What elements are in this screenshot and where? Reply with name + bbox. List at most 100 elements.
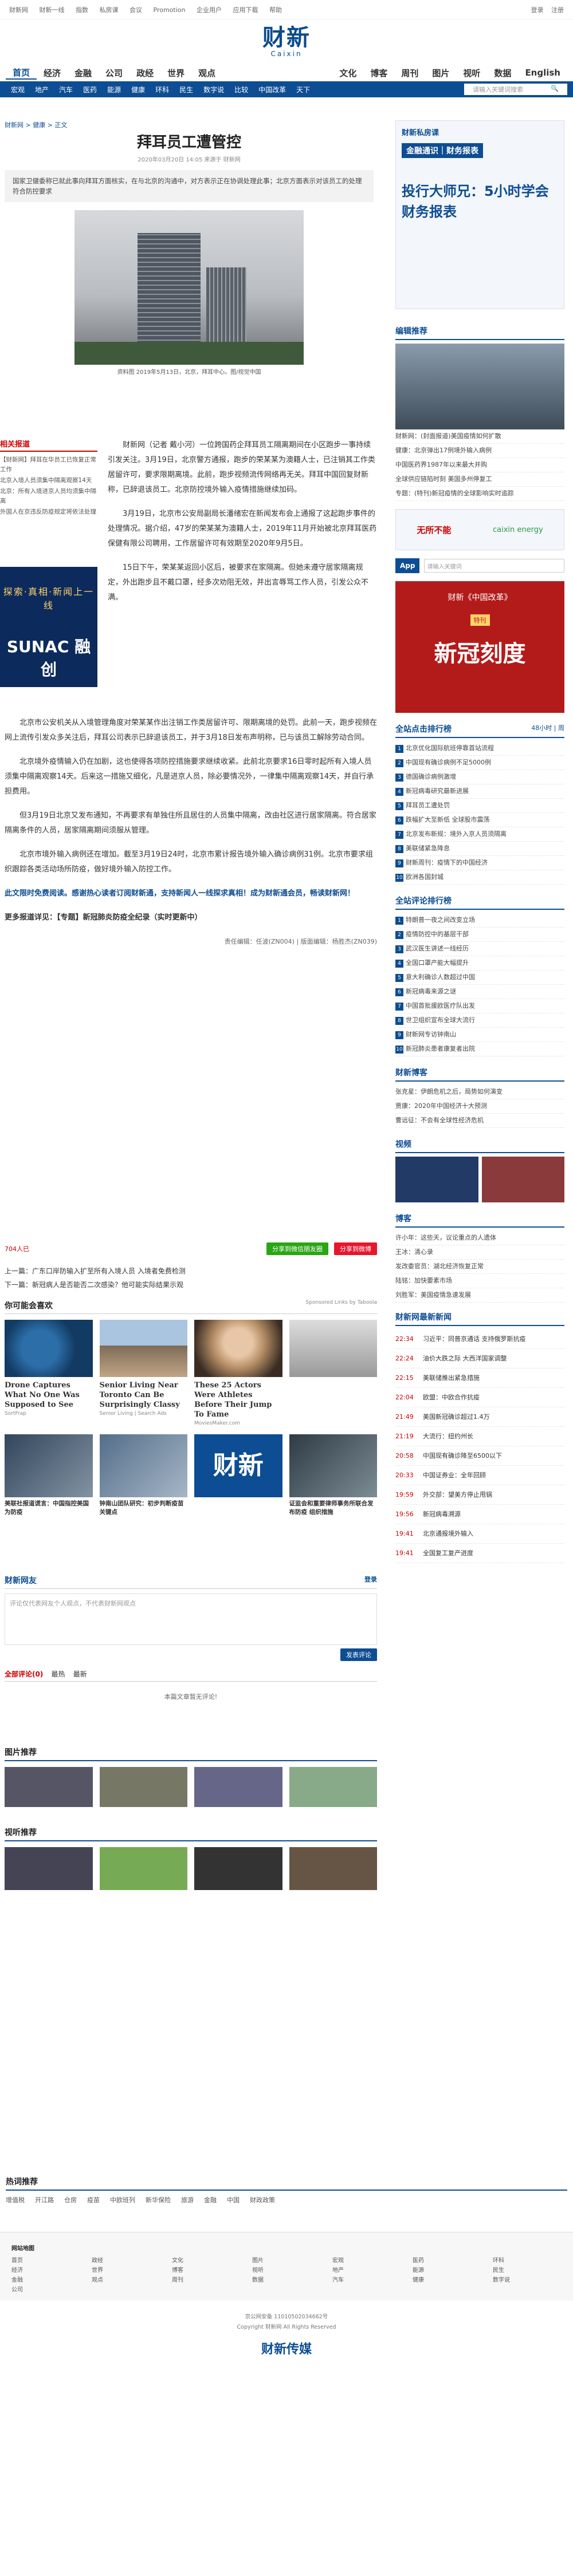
news-item[interactable]: 22:15 美联储推出紧急措施	[395, 1368, 564, 1388]
comment-rank-item[interactable]: 6 新冠病毒来源之谜	[395, 985, 564, 999]
blog-hot-item[interactable]: 张克星：伊朗危机之后，局势如何演变	[395, 1085, 564, 1099]
taboola-card[interactable]: Drone Captures What No One Was Supposed …	[5, 1320, 93, 1426]
news-item[interactable]: 22:04 欧盟：中欧合作抗疫	[395, 1388, 564, 1407]
top-link-app[interactable]: 应用下载	[233, 6, 258, 14]
news-item[interactable]: 21:19 大流行：纽约州长	[395, 1427, 564, 1446]
subnav-medicine[interactable]: 医药	[78, 85, 102, 94]
side-blog-item[interactable]: 刘胜军：美国疫情急速发展	[395, 1288, 564, 1303]
sitemap-link[interactable]: 博客	[172, 2267, 183, 2274]
rank-item[interactable]: 7 北京发布新规：境外入京人员须隔离	[395, 827, 564, 842]
tab-48h[interactable]: 48小时	[531, 724, 552, 732]
hotword[interactable]: 中国	[227, 2195, 240, 2204]
news-item[interactable]: 19:56 新冠病毒溯源	[395, 1505, 564, 1524]
comment-rank-item[interactable]: 7 中国首批援欧医疗队出发	[395, 999, 564, 1013]
subnav-data-talk[interactable]: 数字说	[198, 85, 229, 94]
submit-comment-button[interactable]: 发表评论	[340, 1648, 377, 1661]
sitemap-link[interactable]: 公司	[11, 2287, 23, 2293]
side-blog-item[interactable]: 陆铭：加快要素市场	[395, 1274, 564, 1288]
nav-english[interactable]: English	[518, 68, 567, 78]
comment-rank-item[interactable]: 1 特朗普一夜之间改变立场	[395, 913, 564, 928]
subnav-health[interactable]: 健康	[126, 85, 150, 94]
sitemap-link[interactable]: 首页	[11, 2258, 23, 2264]
blog-hot-item[interactable]: 贾康：2020年中国经济十大预测	[395, 1099, 564, 1114]
comment-input[interactable]: 评论仅代表网友个人观点，不代表财新网观点	[5, 1593, 377, 1645]
gallery-item[interactable]	[99, 1767, 187, 1807]
sitemap-link[interactable]: 经济	[11, 2267, 23, 2274]
rank-item[interactable]: 8 美联储紧急降息	[395, 842, 564, 856]
top-link-private-class[interactable]: 私房课	[100, 6, 119, 14]
hotword[interactable]: 金融	[204, 2195, 217, 2204]
subnav-environment[interactable]: 环科	[150, 85, 174, 94]
sitemap-link[interactable]: 宏观	[332, 2258, 344, 2264]
hotword[interactable]: 增值税	[6, 2195, 25, 2204]
hotword[interactable]: 中欧班列	[110, 2195, 135, 2204]
nav-video[interactable]: 视听	[456, 67, 487, 79]
subnav-livelihood[interactable]: 民生	[174, 85, 198, 94]
subnav-world[interactable]: 天下	[291, 85, 315, 94]
video-item[interactable]	[99, 1847, 187, 1890]
top-link-enterprise[interactable]: 企业用户	[197, 6, 222, 14]
sponsored-label[interactable]: Sponsored Links by Taboola	[305, 1300, 377, 1311]
sunac-ad[interactable]: 探索·真相·新闻上一线 SUNAC 融创	[0, 567, 97, 687]
news-item[interactable]: 19:41 北京通报境外输入	[395, 1524, 564, 1544]
subnav-energy[interactable]: 能源	[102, 85, 126, 94]
sitemap-link[interactable]: 数据	[252, 2277, 264, 2283]
promo-line[interactable]: 此文限时免费阅读。感谢热心读者订阅财新通，支持新闻人一线探求真相！成为财新通会员…	[5, 886, 377, 901]
comment-rank-item[interactable]: 10 新冠肺炎患者康复者出院	[395, 1042, 564, 1056]
comment-rank-item[interactable]: 9 财新网专访钟南山	[395, 1028, 564, 1042]
side-blog-item[interactable]: 发改委官员：湖北经济恢复正常	[395, 1260, 564, 1274]
blog-hot-item[interactable]: 曹远征：不会有全球性经济危机	[395, 1114, 564, 1128]
related-item[interactable]: 北京入境人员须集中隔离观察14天	[0, 476, 97, 486]
news-item[interactable]: 19:41 全国复工复产进度	[395, 1544, 564, 1563]
rank-item[interactable]: 2 中国现有确诊病例不足5000例	[395, 756, 564, 770]
sitemap-link[interactable]: 世界	[92, 2267, 103, 2274]
rank-item[interactable]: 6 跌幅扩大至新低 全球股市震荡	[395, 813, 564, 827]
more-reading[interactable]: 更多报道详见：【专题】新冠肺炎防疫全纪录（实时更新中）	[5, 910, 377, 925]
news-item[interactable]: 22:24 油价大跌之际 大西洋国家调整	[395, 1349, 564, 1368]
rank-item[interactable]: 1 北京优化国际航班停靠首站流程	[395, 741, 564, 756]
sitemap-link[interactable]: 金融	[11, 2277, 23, 2283]
app-icon[interactable]: App	[395, 558, 420, 573]
sitemap-link[interactable]: 环科	[493, 2258, 504, 2264]
rank-item[interactable]: 10 欧洲各国封城	[395, 870, 564, 885]
editor-pick-item[interactable]: 专题：(特刊)新冠疫情的全球影响实时追踪	[395, 487, 564, 501]
prev-article[interactable]: 上一篇：广东口岸防输入扩至所有入境人员 入境者免费检测	[5, 1264, 377, 1278]
nav-data[interactable]: 数据	[487, 67, 518, 79]
next-article[interactable]: 下一篇：新冠病人是否能否二次感染？他可能实际结果示观	[5, 1278, 377, 1292]
top-link-yixian[interactable]: 财新一线	[40, 6, 65, 14]
sitemap-link[interactable]: 健康	[413, 2277, 424, 2283]
hotword[interactable]: 开江路	[35, 2195, 54, 2204]
video-item[interactable]	[289, 1847, 377, 1890]
nav-home[interactable]: 首页	[6, 66, 37, 80]
sitemap-link[interactable]: 地产	[332, 2267, 344, 2274]
comment-rank-item[interactable]: 8 世卫组织宣布全球大流行	[395, 1013, 564, 1028]
comment-rank-item[interactable]: 3 武汉医生讲述一线经历	[395, 942, 564, 956]
news-item[interactable]: 20:33 中国证券业：全年回顾	[395, 1466, 564, 1485]
nav-finance[interactable]: 金融	[68, 67, 99, 79]
side-search-input[interactable]: 请输入关键词	[424, 559, 564, 573]
video-item[interactable]	[5, 1847, 93, 1890]
nav-blog[interactable]: 博客	[363, 67, 394, 79]
related-item[interactable]: 外国人在京违反防疫规定将依法处理	[0, 507, 97, 517]
top-link-promotion[interactable]: Promotion	[154, 6, 186, 14]
nav-world[interactable]: 世界	[160, 67, 191, 79]
sitemap-link[interactable]: 观点	[92, 2277, 103, 2283]
editor-pick-photo[interactable]	[395, 344, 564, 429]
top-link-meeting[interactable]: 会议	[129, 6, 142, 14]
rec-card[interactable]: 证监会和重要律师事务所联合发布防疫 组织措施	[289, 1434, 377, 1517]
video-item[interactable]	[194, 1847, 282, 1890]
nav-economy[interactable]: 经济	[37, 67, 68, 79]
top-link-help[interactable]: 帮助	[269, 6, 282, 14]
wechat-share-button[interactable]: 分享到微信朋友圈	[266, 1242, 328, 1255]
comment-rank-item[interactable]: 2 疫情防控中的基层干部	[395, 928, 564, 942]
tab-newest[interactable]: 最新	[73, 1670, 87, 1678]
hotword[interactable]: 旅游	[181, 2195, 194, 2204]
sitemap-link[interactable]: 政经	[92, 2258, 103, 2264]
comment-rank-item[interactable]: 4 全国口罩产能大幅提升	[395, 956, 564, 971]
hotword[interactable]: 疫苗	[87, 2195, 100, 2204]
top-link-index[interactable]: 指数	[76, 6, 88, 14]
gallery-item[interactable]	[194, 1767, 282, 1807]
sitemap-link[interactable]: 文化	[172, 2258, 183, 2264]
rec-card[interactable]: 财新	[194, 1434, 282, 1517]
subnav-auto[interactable]: 汽车	[54, 85, 78, 94]
